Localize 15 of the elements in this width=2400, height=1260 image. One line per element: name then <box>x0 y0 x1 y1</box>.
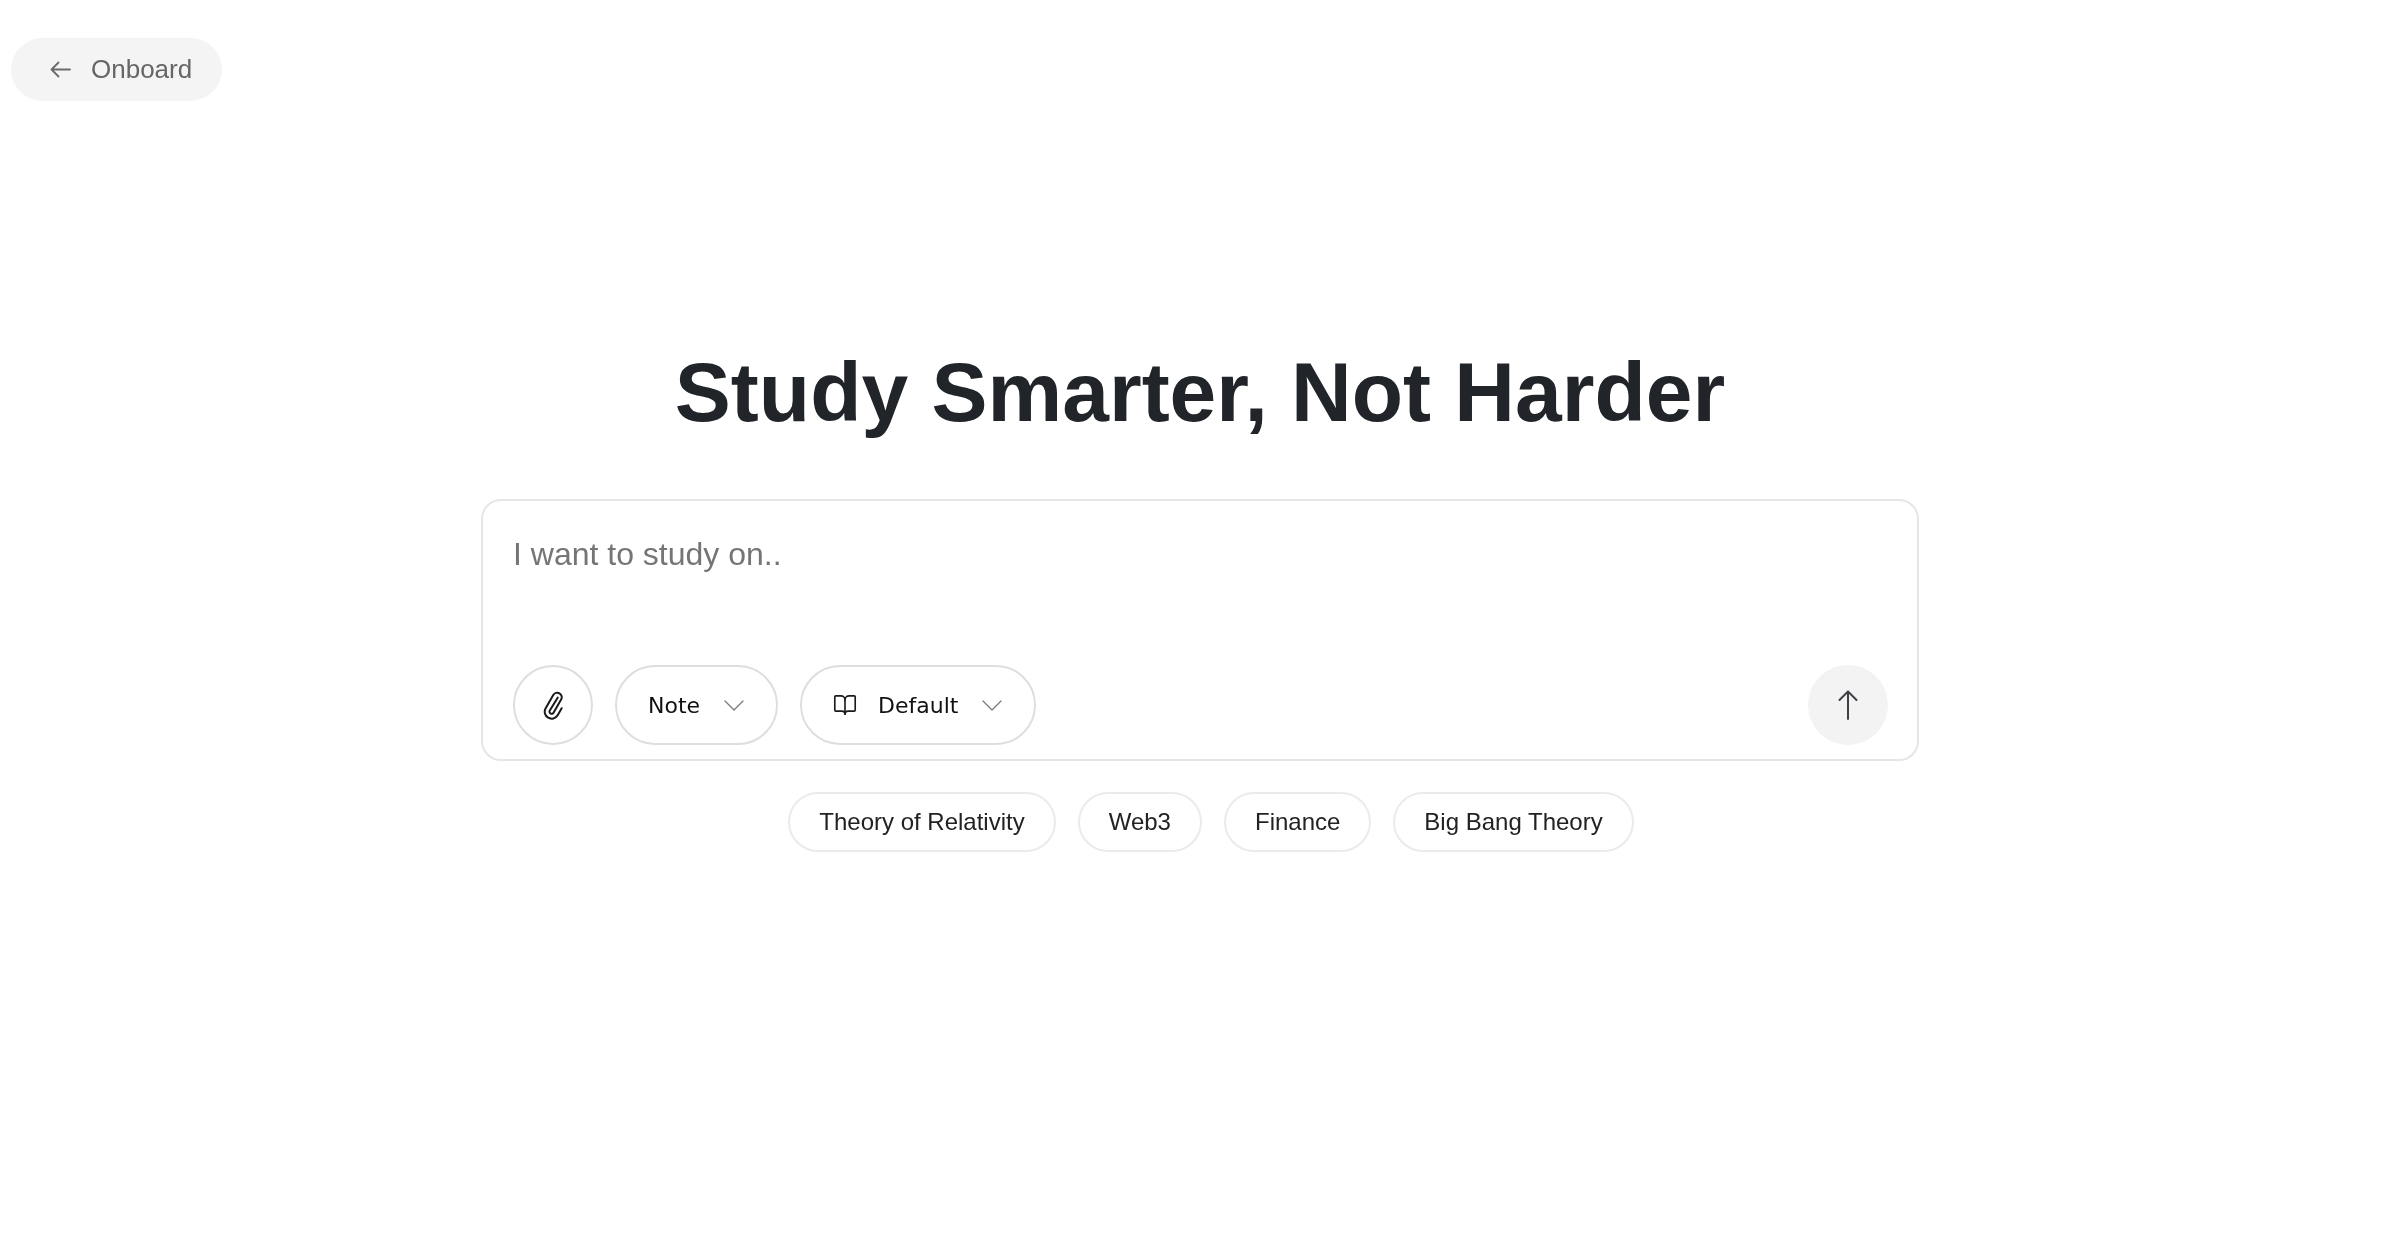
suggestion-chip[interactable]: Finance <box>1223 792 1372 852</box>
suggestion-chip[interactable]: Theory of Relativity <box>788 792 1056 852</box>
suggestion-chip[interactable]: Big Bang Theory <box>1393 792 1634 852</box>
mode-select[interactable]: Note <box>615 665 779 745</box>
chevron-down-icon <box>724 699 745 711</box>
book-icon <box>833 695 858 715</box>
arrow-up-icon <box>1838 690 1858 720</box>
suggestion-chip[interactable]: Web3 <box>1077 792 1202 852</box>
source-select[interactable]: Default <box>800 665 1037 745</box>
arrow-left-icon <box>50 61 71 78</box>
chevron-down-icon <box>982 699 1003 711</box>
prompt-input-box[interactable]: I want to study on.. Note Default <box>481 499 1919 761</box>
paperclip-icon <box>541 690 565 720</box>
back-button[interactable]: Onboard <box>11 38 223 101</box>
prompt-input[interactable]: I want to study on.. <box>513 534 1888 634</box>
